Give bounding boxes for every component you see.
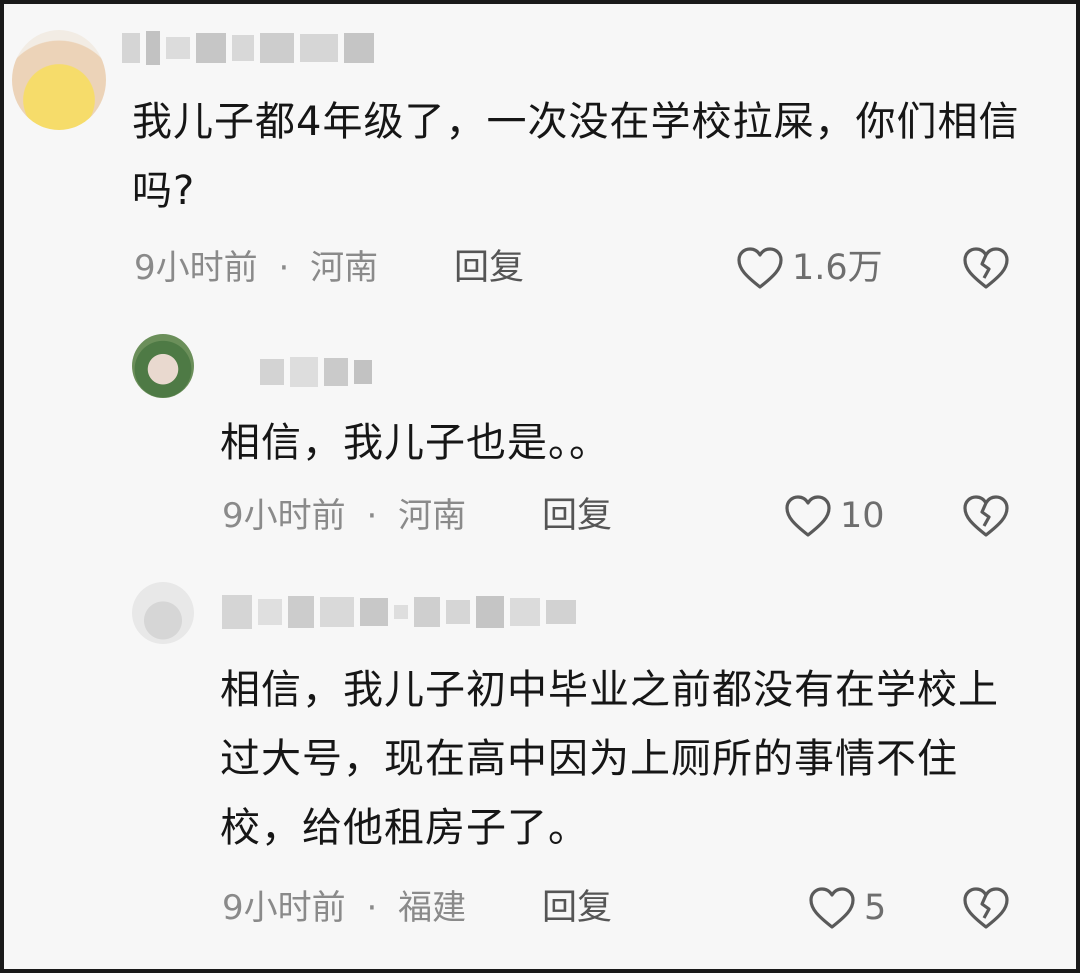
separator: · (278, 248, 290, 288)
broken-heart-icon (962, 494, 1010, 538)
reply-button[interactable]: 回复 (542, 496, 612, 536)
location: 福建 (398, 888, 467, 928)
heart-outline-icon (736, 246, 784, 290)
like-count: 10 (840, 496, 885, 536)
avatar[interactable] (132, 582, 194, 644)
username-blurred[interactable] (222, 594, 576, 630)
comment-text: 相信，我儿子初中毕业之前都没有在学校上过大号，现在高中因为上厕所的事情不住校，给… (220, 667, 999, 851)
separator: · (366, 496, 378, 536)
comment-meta: 9小时前 · 河南 (222, 496, 466, 536)
username-blurred[interactable] (260, 354, 372, 390)
avatar[interactable] (12, 30, 106, 130)
like-button[interactable]: 1.6万 (736, 246, 883, 290)
comment-screenshot: 我儿子都4年级了，一次没在学校拉屎，你们相信吗? 9小时前 · 河南 回复 1.… (0, 0, 1080, 973)
broken-heart-icon (962, 246, 1010, 290)
like-count: 5 (864, 888, 887, 928)
dislike-button[interactable] (962, 246, 1010, 290)
separator: · (366, 888, 378, 928)
reply-button[interactable]: 回复 (542, 888, 612, 928)
heart-outline-icon (784, 494, 832, 538)
username-blurred[interactable] (122, 30, 374, 66)
dislike-button[interactable] (962, 886, 1010, 930)
avatar[interactable] (132, 334, 194, 398)
heart-outline-icon (808, 886, 856, 930)
comment-meta: 9小时前 · 福建 (222, 888, 466, 928)
comment-text: 我儿子都4年级了，一次没在学校拉屎，你们相信吗? (132, 99, 1020, 214)
location: 河南 (398, 496, 467, 536)
reply-button[interactable]: 回复 (454, 248, 524, 288)
timestamp: 9小时前 (222, 888, 346, 928)
like-button[interactable]: 5 (808, 886, 886, 930)
timestamp: 9小时前 (134, 248, 258, 288)
like-count: 1.6万 (792, 248, 883, 288)
like-button[interactable]: 10 (784, 494, 885, 538)
location: 河南 (310, 248, 379, 288)
comment-meta: 9小时前 · 河南 (134, 248, 378, 288)
broken-heart-icon (962, 886, 1010, 930)
timestamp: 9小时前 (222, 496, 346, 536)
comment-text: 相信，我儿子也是。。 (220, 420, 610, 466)
dislike-button[interactable] (962, 494, 1010, 538)
